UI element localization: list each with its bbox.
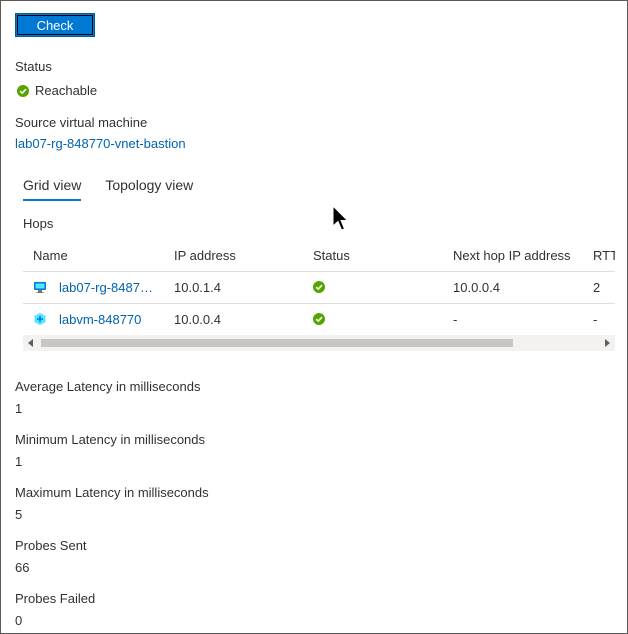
- grid-header-row: Name IP address Status Next hop IP addre…: [23, 239, 615, 272]
- hop-rtt-cell: 2: [593, 279, 601, 295]
- mouse-pointer-icon: [332, 205, 349, 231]
- hops-title: Hops: [23, 216, 54, 231]
- probes-sent-value: 66: [15, 560, 30, 575]
- hop-ip-cell: 10.0.0.4: [174, 311, 221, 327]
- network-interface-icon: [34, 313, 46, 325]
- hop-status-cell: [313, 303, 443, 335]
- source-vm-label: Source virtual machine: [15, 115, 148, 130]
- status-value: Reachable: [17, 83, 97, 98]
- max-latency-label: Maximum Latency in milliseconds: [15, 485, 209, 500]
- avg-latency-label: Average Latency in milliseconds: [15, 379, 201, 394]
- scroll-right-icon[interactable]: [605, 339, 610, 347]
- column-header-name[interactable]: Name: [33, 239, 169, 271]
- column-header-next-hop[interactable]: Next hop IP address: [453, 239, 583, 271]
- scroll-thumb[interactable]: [41, 339, 513, 347]
- status-text: Reachable: [35, 83, 98, 98]
- probes-failed-label: Probes Failed: [15, 591, 96, 606]
- hop-name-link[interactable]: labvm-848770: [59, 312, 141, 327]
- horizontal-scrollbar[interactable]: [23, 335, 615, 351]
- tab-grid-view[interactable]: Grid view: [23, 177, 82, 201]
- probes-failed-value: 0: [15, 613, 23, 628]
- hop-ip-cell: 10.0.1.4: [174, 279, 221, 295]
- column-header-rtt[interactable]: RTT: [593, 239, 615, 271]
- hops-grid: Name IP address Status Next hop IP addre…: [23, 239, 615, 353]
- tab-topology-view[interactable]: Topology view: [105, 177, 193, 201]
- min-latency-value: 1: [15, 454, 23, 469]
- hop-next-hop-cell: -: [453, 311, 458, 327]
- source-vm-link[interactable]: lab07-rg-848770-vnet-bastion: [15, 136, 186, 151]
- check-button[interactable]: Check: [15, 13, 95, 37]
- success-check-icon: [313, 281, 325, 293]
- scroll-left-icon[interactable]: [28, 339, 33, 347]
- hop-name-link[interactable]: lab07-rg-84877…: [59, 280, 159, 295]
- hop-next-hop-cell: 10.0.0.4: [453, 279, 500, 295]
- min-latency-label: Minimum Latency in milliseconds: [15, 432, 206, 447]
- table-row: lab07-rg-84877… 10.0.1.4 10.0.0.4 2: [23, 271, 615, 304]
- status-label: Status: [15, 59, 52, 74]
- hop-status-cell: [313, 271, 443, 303]
- table-row: labvm-848770 10.0.0.4 - -: [23, 303, 615, 336]
- max-latency-value: 5: [15, 507, 23, 522]
- virtual-machine-icon: [34, 282, 46, 293]
- hop-name-cell: labvm-848770: [33, 303, 169, 335]
- success-check-icon: [17, 84, 29, 97]
- hop-rtt-cell: -: [593, 311, 598, 327]
- column-header-ip[interactable]: IP address: [174, 239, 304, 271]
- connection-troubleshoot-panel: Check Status Reachable Source virtual ma…: [0, 0, 628, 634]
- avg-latency-value: 1: [15, 401, 23, 416]
- probes-sent-label: Probes Sent: [15, 538, 87, 553]
- column-header-status[interactable]: Status: [313, 239, 443, 271]
- success-check-icon: [313, 313, 325, 325]
- view-tabs: Grid view Topology view: [23, 177, 217, 201]
- hop-name-cell: lab07-rg-84877…: [33, 271, 169, 303]
